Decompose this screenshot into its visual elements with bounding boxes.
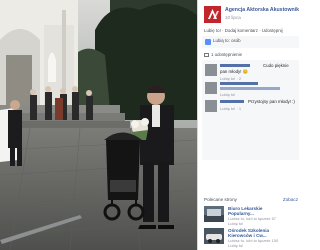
- post-timestamp[interactable]: 10 lipca: [225, 15, 241, 20]
- post-actions: Lubię to! · Dodaj komentarz · Udostępnij: [204, 28, 283, 33]
- wedding-photo: [0, 0, 197, 250]
- recommended-pages-title: Polecane strony: [204, 197, 237, 202]
- comment-text-redacted: [220, 87, 280, 90]
- page-name-link[interactable]: Agencja Aktorska Akustownik: [225, 7, 299, 13]
- post-side-panel: Agencja Aktorska Akustownik 10 lipca Lub…: [197, 0, 300, 250]
- commenter-name[interactable]: [220, 100, 244, 103]
- avatar[interactable]: [205, 100, 217, 112]
- comment-meta[interactable]: Lubię to! · 2: [220, 76, 241, 81]
- page-thumbnail[interactable]: [204, 206, 224, 222]
- like-page-button[interactable]: Lubię to!: [228, 221, 243, 226]
- see-all-link[interactable]: Zobacz: [283, 197, 298, 202]
- post-header: Agencja Aktorska Akustownik 10 lipca: [204, 6, 300, 26]
- share-icon: [204, 52, 209, 57]
- commenter-name[interactable]: [220, 64, 250, 67]
- comment-text-cont: pan młody! 😊: [220, 69, 249, 74]
- likes-text: Lubią to: osób: [213, 38, 241, 43]
- likes-summary[interactable]: Lubią to: osób: [202, 36, 299, 48]
- shares-count[interactable]: 1 udostępnienie: [204, 52, 242, 57]
- comment-item: Przystojny pan młody! :) Lubię to! · 1: [205, 99, 299, 120]
- comment-action[interactable]: Dodaj komentarz: [225, 28, 258, 33]
- comment-meta[interactable]: Lubię to! · 1: [220, 106, 241, 111]
- like-action[interactable]: Lubię to!: [204, 28, 221, 33]
- like-thumb-icon: [205, 39, 211, 45]
- page-logo-icon[interactable]: [204, 6, 221, 23]
- commenter-name[interactable]: [220, 82, 258, 85]
- recommended-page-item[interactable]: Ośrodek Szkolenia Kierowców i Cw... Lubi…: [204, 228, 300, 248]
- post-photo[interactable]: [0, 0, 197, 250]
- comment-text: Przystojny pan młody! :): [248, 99, 295, 104]
- comment-item: Lubię to!: [205, 82, 299, 100]
- comments-list: Cudo pięknie pan młody! 😊 Lubię to! · 2 …: [202, 60, 299, 160]
- page-thumbnail[interactable]: [204, 228, 224, 244]
- avatar[interactable]: [205, 82, 217, 94]
- comment-text: Cudo pięknie: [263, 63, 289, 68]
- share-action[interactable]: Udostępnij: [262, 28, 283, 33]
- avatar[interactable]: [205, 64, 217, 76]
- recommended-page-item[interactable]: Biuro Lekarskie Popularny... Lubisz to, …: [204, 206, 300, 226]
- like-page-button[interactable]: Lubię to!: [228, 243, 243, 248]
- comment-meta[interactable]: Lubię to!: [220, 92, 235, 97]
